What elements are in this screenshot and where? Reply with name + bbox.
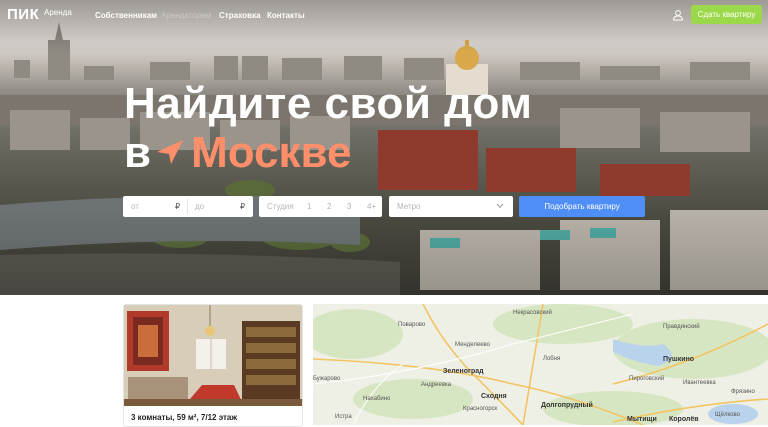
currency-from: ₽ bbox=[175, 202, 181, 211]
map-label: Фрязино bbox=[731, 389, 755, 395]
location-arrow-icon bbox=[157, 140, 183, 164]
map-label: Бужарово bbox=[313, 376, 341, 382]
apartment-photo bbox=[124, 305, 302, 406]
map-label: Андреевка bbox=[421, 382, 452, 388]
headline-line1: Найдите свой дом bbox=[124, 79, 533, 128]
metro-placeholder: Метро bbox=[397, 202, 421, 211]
map-label: Лобня bbox=[543, 356, 561, 362]
nav-tenants[interactable]: Арендаторам bbox=[161, 11, 211, 20]
pik-logo[interactable]: ПИК bbox=[7, 6, 39, 23]
map-label: Некрасовский bbox=[513, 310, 552, 316]
map-label: Зеленоград bbox=[443, 368, 484, 375]
map-label: Ивантеевка bbox=[683, 380, 716, 386]
find-apartment-button[interactable]: Подобрать квартиру bbox=[519, 196, 645, 217]
nav-insurance[interactable]: Страховка bbox=[219, 11, 261, 20]
price-divider bbox=[187, 199, 188, 214]
map-label: Долгопрудный bbox=[541, 402, 593, 409]
price-range-field: от ₽ до ₽ bbox=[123, 196, 253, 217]
map-label: Королёв bbox=[669, 416, 699, 423]
rooms-2[interactable]: 2 bbox=[327, 202, 331, 211]
map-label: Красногорск bbox=[463, 406, 498, 412]
rooms-selector: Студия 1 2 3 4+ bbox=[259, 196, 382, 217]
map-label: Правдинский bbox=[663, 324, 700, 330]
listing-title[interactable]: 3 комнаты, 59 м², 7/12 этаж bbox=[131, 413, 237, 422]
map-label: Пироговский bbox=[629, 376, 665, 382]
nav-owners[interactable]: Собственникам bbox=[95, 11, 157, 20]
rooms-studio[interactable]: Студия bbox=[267, 202, 294, 211]
currency-to: ₽ bbox=[240, 202, 246, 211]
nav-contacts[interactable]: Контакты bbox=[267, 11, 305, 20]
map-label: Мытищи bbox=[627, 416, 657, 423]
price-from-input[interactable]: от bbox=[131, 202, 139, 211]
map-panel[interactable]: Некрасовский Правдинский Поварово Мендел… bbox=[313, 304, 768, 425]
map-label: Истра bbox=[335, 414, 352, 420]
rooms-4-plus[interactable]: 4+ bbox=[367, 202, 376, 211]
price-to-input[interactable]: до bbox=[195, 202, 204, 211]
user-icon[interactable] bbox=[672, 9, 684, 21]
headline-prefix: в bbox=[124, 128, 152, 177]
top-header: ПИК Аренда Собственникам Арендаторам Стр… bbox=[0, 0, 768, 30]
hero-banner bbox=[0, 0, 768, 295]
rooms-1[interactable]: 1 bbox=[307, 202, 311, 211]
metro-select[interactable]: Метро bbox=[389, 196, 513, 217]
chevron-down-icon bbox=[496, 203, 504, 209]
listing-card[interactable]: 3 комнаты, 59 м², 7/12 этаж bbox=[123, 304, 303, 427]
headline-city: Москве bbox=[191, 128, 352, 177]
map-label: Сходня bbox=[481, 393, 507, 400]
rooms-3[interactable]: 3 bbox=[347, 202, 351, 211]
hero-shade bbox=[0, 0, 768, 295]
list-apartment-button[interactable]: Сдать квартиру bbox=[691, 5, 762, 24]
map-label: Поварово bbox=[398, 322, 426, 328]
map-label: Пушкино bbox=[663, 356, 695, 363]
map-label: Нахабино bbox=[363, 396, 391, 402]
map-label: Менделеево bbox=[455, 342, 490, 348]
map-label: Щёлково bbox=[715, 412, 740, 418]
logo-subtitle: Аренда bbox=[44, 8, 72, 17]
